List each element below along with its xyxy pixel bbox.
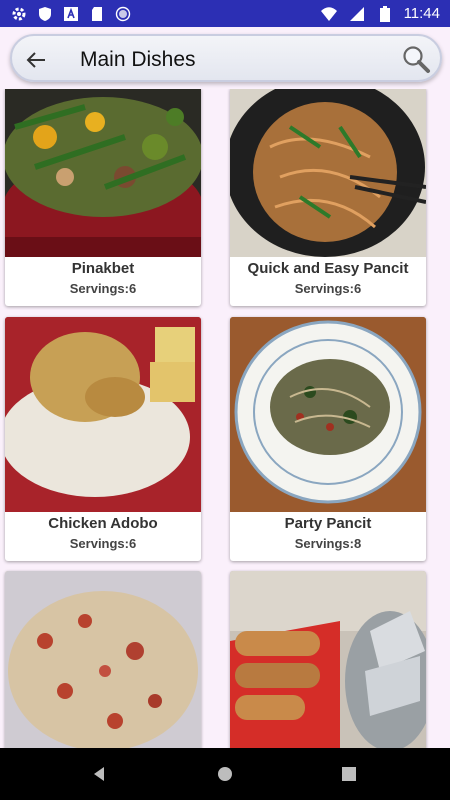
app-bar: Main Dishes <box>0 27 450 89</box>
dish-photo <box>5 89 201 257</box>
dish-servings: Servings:6 <box>294 281 362 296</box>
dish-name: Quick and Easy Pancit <box>247 260 409 277</box>
nav-back-icon <box>94 767 104 781</box>
font-a-icon <box>62 5 80 23</box>
system-nav-bar <box>0 748 450 800</box>
status-bar: 11:44 <box>0 0 450 27</box>
dish-card-5[interactable] <box>5 571 201 748</box>
nav-home-icon <box>218 767 232 781</box>
search-button[interactable] <box>398 41 434 77</box>
nav-recents-button[interactable] <box>329 754 369 794</box>
circle-icon <box>114 5 132 23</box>
dish-card-quick-pancit[interactable]: Quick and Easy Pancit Servings:6 <box>230 89 426 306</box>
dish-card-pinakbet[interactable]: Pinakbet Servings:6 <box>5 89 201 306</box>
dish-caption: Chicken Adobo Servings:6 <box>5 512 201 551</box>
wifi-icon <box>320 5 338 23</box>
arrow-back-icon <box>26 52 45 68</box>
dish-name: Chicken Adobo <box>48 515 158 532</box>
settings-icon <box>10 5 28 23</box>
dish-photo <box>230 571 426 748</box>
dish-servings: Servings:6 <box>69 281 137 296</box>
dish-photo <box>5 317 201 512</box>
dish-name: Pinakbet <box>71 260 135 277</box>
dish-grid: Pinakbet Servings:6 Quick and Easy Panci… <box>0 89 450 748</box>
dish-caption: Pinakbet Servings:6 <box>5 257 201 296</box>
shield-icon <box>36 5 54 23</box>
toolbar-pill: Main Dishes <box>10 34 442 82</box>
status-time: 11:44 <box>403 5 440 22</box>
dish-servings: Servings:6 <box>69 536 137 551</box>
dish-photo <box>230 89 426 257</box>
nav-home-button[interactable] <box>205 754 245 794</box>
nav-recents-icon <box>342 767 356 781</box>
dish-photo <box>230 317 426 512</box>
page-title: Main Dishes <box>80 48 196 71</box>
dish-caption: Quick and Easy Pancit Servings:6 <box>230 257 426 296</box>
nav-back-button[interactable] <box>80 754 120 794</box>
dish-card-chicken-adobo[interactable]: Chicken Adobo Servings:6 <box>5 317 201 561</box>
sd-card-icon <box>88 5 106 23</box>
dish-card-party-pancit[interactable]: Party Pancit Servings:8 <box>230 317 426 561</box>
battery-icon <box>376 5 394 23</box>
dish-name: Party Pancit <box>284 515 372 532</box>
dish-caption: Party Pancit Servings:8 <box>230 512 426 551</box>
dish-servings: Servings:8 <box>294 536 362 551</box>
search-icon <box>403 46 430 73</box>
dish-card-6[interactable] <box>230 571 426 748</box>
dish-photo <box>5 571 201 748</box>
cell-signal-icon <box>348 5 366 23</box>
back-button[interactable] <box>20 44 52 76</box>
